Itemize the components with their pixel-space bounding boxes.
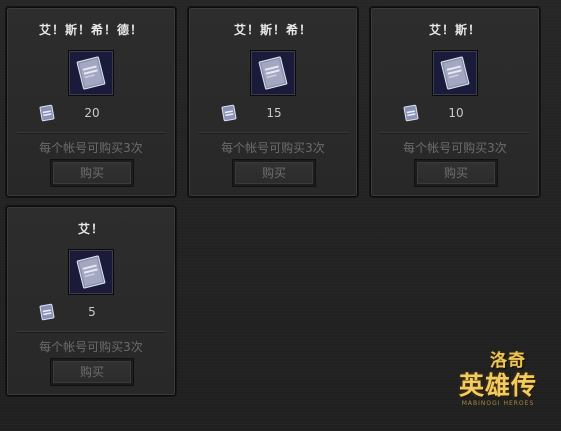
coupon-icon	[39, 104, 55, 122]
game-logo: 洛奇 英雄传 MABINOGI HEROES	[448, 346, 548, 412]
shop-card: 艾！ 5 每个帐号可购买3次 购买	[6, 206, 176, 396]
shop-card: 艾！斯！ 10 每个帐号可购买3次 购买	[370, 7, 540, 197]
item-slot[interactable]	[68, 50, 114, 96]
purchase-limit-text: 每个帐号可购买3次	[39, 340, 143, 354]
purchase-limit-text: 每个帐号可购买3次	[403, 141, 507, 155]
card-title: 艾！	[77, 222, 104, 236]
purchase-limit-text: 每个帐号可购买3次	[221, 141, 325, 155]
divider	[381, 132, 529, 133]
price-value: 5	[88, 305, 96, 319]
ticket-card-icon	[434, 52, 476, 94]
purchase-limit-text: 每个帐号可购买3次	[39, 141, 143, 155]
coupon-icon	[221, 104, 237, 122]
logo-line2: 英雄传	[458, 371, 537, 400]
buy-button[interactable]: 购买	[50, 358, 134, 386]
logo-line3: MABINOGI HEROES	[461, 400, 535, 407]
card-title: 艾！斯！	[428, 23, 481, 37]
item-slot[interactable]	[250, 50, 296, 96]
divider	[17, 331, 165, 332]
buy-button[interactable]: 购买	[50, 159, 134, 187]
ticket-card-icon	[70, 251, 112, 293]
card-title: 艾！斯！希！德！	[38, 23, 143, 37]
buy-button[interactable]: 购买	[414, 159, 498, 187]
divider	[199, 132, 347, 133]
price-value: 15	[266, 106, 282, 120]
item-slot[interactable]	[432, 50, 478, 96]
item-slot[interactable]	[68, 249, 114, 295]
buy-button[interactable]: 购买	[232, 159, 316, 187]
coupon-icon	[39, 303, 55, 321]
shop-card: 艾！斯！希！ 15 每个帐号可购买3次 购买	[188, 7, 358, 197]
price-value: 20	[84, 106, 100, 120]
ticket-card-icon	[252, 52, 294, 94]
card-title: 艾！斯！希！	[233, 23, 312, 37]
coupon-icon	[403, 104, 419, 122]
price-value: 10	[448, 106, 464, 120]
ticket-card-icon	[70, 52, 112, 94]
shop-card: 艾！斯！希！德！ 20 每个帐号可购买3次 购买	[6, 7, 176, 197]
divider	[17, 132, 165, 133]
